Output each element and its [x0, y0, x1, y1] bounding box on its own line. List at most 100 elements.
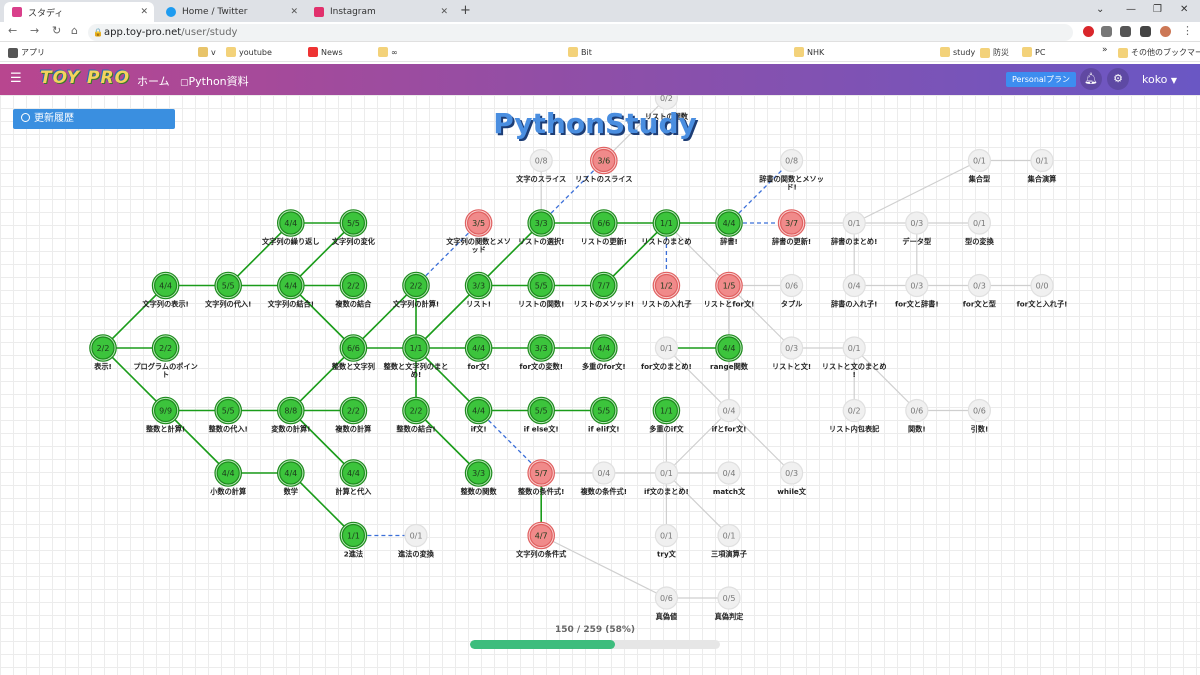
- lesson-node[interactable]: 6/6 リストの更新!: [581, 209, 627, 246]
- lesson-node[interactable]: 0/5 真偽判定: [715, 586, 745, 621]
- lesson-node[interactable]: 4/4 計算と代入: [335, 459, 372, 496]
- reload-icon[interactable]: ↻: [52, 24, 61, 37]
- bookmark-bousai[interactable]: 防災: [980, 47, 1009, 58]
- lesson-node[interactable]: 4/4 文字列の繰り返し: [261, 209, 320, 246]
- update-history-button[interactable]: 更新履歴: [13, 109, 175, 129]
- lesson-node[interactable]: 0/4 辞書の入れ子!: [831, 273, 877, 309]
- extension-icon[interactable]: [1083, 26, 1094, 37]
- lesson-node[interactable]: 2/2 複数の結合: [334, 271, 372, 309]
- lesson-node[interactable]: 4/4 文字列の結合!: [267, 271, 314, 309]
- lesson-node[interactable]: 3/3 for文の変数!: [519, 334, 563, 371]
- lesson-node[interactable]: 2/2 表示!: [89, 334, 117, 371]
- profile-avatar[interactable]: [1160, 26, 1171, 37]
- lesson-node[interactable]: 0/1 辞書のまとめ!: [831, 211, 877, 246]
- lesson-node[interactable]: 5/5 if else文!: [524, 396, 559, 434]
- lesson-node[interactable]: 4/4 辞書!: [715, 209, 743, 246]
- bookmark-other[interactable]: その他のブックマーク: [1118, 47, 1200, 58]
- lesson-node[interactable]: 3/3 整数の関数: [460, 459, 498, 496]
- lesson-node[interactable]: 0/3 for文と辞書!: [895, 273, 939, 309]
- close-icon[interactable]: ✕: [140, 7, 148, 17]
- lesson-node[interactable]: 5/5 文字列の代入!: [204, 271, 251, 309]
- lesson-node[interactable]: 2/2 整数の結合!: [395, 396, 436, 434]
- lesson-node[interactable]: 5/5 リストの関数!: [518, 271, 564, 309]
- window-close-button[interactable]: ✕: [1180, 4, 1188, 15]
- lesson-node[interactable]: 0/4 複数の条件式!: [580, 461, 627, 496]
- home-icon[interactable]: ⌂: [71, 24, 78, 37]
- sidebar-icon[interactable]: [1140, 26, 1151, 37]
- lesson-node[interactable]: 0/4 ifとfor文!: [712, 398, 747, 434]
- lesson-node[interactable]: 1/1 整数と文字列のまとめ!: [383, 334, 449, 379]
- bookmark-youtube[interactable]: youtube: [226, 47, 272, 57]
- tab-instagram[interactable]: Instagram ✕: [306, 2, 454, 22]
- puzzle-icon[interactable]: [1101, 26, 1112, 37]
- lesson-node[interactable]: 1/1 2進法: [339, 521, 368, 559]
- lesson-node[interactable]: 0/1 進法の変換: [398, 523, 435, 559]
- lesson-node[interactable]: 4/4 if文!: [464, 396, 493, 434]
- new-tab-button[interactable]: +: [460, 3, 471, 18]
- nav-python-docs[interactable]: ▢Python資料: [180, 73, 249, 89]
- lesson-node[interactable]: 0/1 if文のまとめ!: [644, 461, 689, 496]
- nav-home[interactable]: ホーム: [137, 73, 170, 89]
- lesson-node[interactable]: 1/1 多重のif文: [649, 396, 684, 434]
- bookmarks-overflow-icon[interactable]: »: [1102, 45, 1108, 55]
- restore-button[interactable]: ❐: [1153, 4, 1162, 15]
- lesson-node[interactable]: 0/1 リストと文のまとめ!: [822, 336, 887, 379]
- lesson-node[interactable]: 0/1 集合演算: [1027, 148, 1057, 184]
- lesson-node[interactable]: 4/7 文字列の条件式: [515, 521, 567, 559]
- lesson-node[interactable]: 0/3 while文: [777, 461, 807, 496]
- lesson-node[interactable]: 0/4 match文: [713, 461, 746, 496]
- bookmark-news[interactable]: News: [308, 47, 343, 57]
- lesson-node[interactable]: 9/9 整数と計算!: [145, 396, 185, 434]
- lesson-node[interactable]: 0/1 三項演算子: [711, 523, 747, 559]
- bookmark-bit[interactable]: Bit: [568, 47, 592, 57]
- lesson-node[interactable]: 4/4 for文!: [464, 334, 493, 371]
- lesson-node[interactable]: 6/6 整数と文字列: [331, 334, 375, 371]
- lesson-node[interactable]: 7/7 リストのメソッド!: [573, 271, 634, 309]
- lesson-node[interactable]: 4/4 多重のfor文!: [582, 334, 626, 371]
- gear-icon[interactable]: ⚙: [1107, 68, 1129, 90]
- lesson-node[interactable]: 0/3 データ型: [902, 211, 931, 246]
- lesson-node[interactable]: 0/1 try文: [654, 523, 679, 559]
- lesson-node[interactable]: 8/8 変数の計算!: [271, 396, 310, 434]
- lesson-node[interactable]: 0/2 リスト内包表記: [829, 398, 880, 434]
- user-menu[interactable]: koko ▼: [1142, 73, 1177, 86]
- close-icon[interactable]: ✕: [290, 7, 298, 17]
- lesson-node[interactable]: 3/7 辞書の更新!: [772, 209, 811, 246]
- lesson-node[interactable]: 0/6 タプル: [779, 273, 804, 309]
- lesson-node[interactable]: 0/3 for文と型: [963, 273, 996, 309]
- bookmark-pc[interactable]: PC: [1022, 47, 1045, 57]
- url-field[interactable]: 🔒 app.toy-pro.net/user/study: [88, 24, 1073, 41]
- lesson-node[interactable]: 0/1 for文のまとめ!: [641, 336, 692, 371]
- lesson-node[interactable]: 2/2 プログラムのポイント: [133, 334, 198, 379]
- lesson-node[interactable]: 5/5 文字列の変化: [331, 209, 376, 246]
- lesson-node[interactable]: 0/8 辞書の関数とメソッド!: [759, 148, 824, 192]
- plan-badge[interactable]: Personalプラン: [1006, 72, 1077, 87]
- lesson-node[interactable]: 3/3 リストの選択!: [518, 209, 564, 246]
- close-icon[interactable]: ✕: [440, 7, 448, 17]
- forward-icon[interactable]: →: [30, 24, 39, 37]
- lesson-node[interactable]: 1/2 リストの入れ子: [641, 271, 692, 309]
- tab-twitter[interactable]: Home / Twitter ✕: [158, 2, 304, 22]
- lesson-node[interactable]: 5/5 整数の代入!: [208, 396, 248, 434]
- bookmark-study[interactable]: study: [940, 47, 975, 57]
- lesson-node[interactable]: 2/2 複数の計算: [334, 396, 371, 434]
- back-icon[interactable]: ←: [8, 24, 17, 37]
- bookmark-v[interactable]: v: [198, 47, 216, 57]
- lesson-node[interactable]: 2/2 文字列の計算!: [392, 271, 439, 309]
- hamburger-menu-icon[interactable]: ☰: [10, 71, 22, 86]
- lesson-node[interactable]: 5/7 整数の条件式!: [517, 459, 564, 496]
- lesson-node[interactable]: 3/6 リストのスライス: [575, 146, 632, 184]
- lesson-node[interactable]: 3/5 文字列の関数とメソッド: [445, 209, 511, 254]
- lesson-node[interactable]: 0/2 リストの関数: [645, 95, 689, 121]
- lesson-node[interactable]: 1/5 リストとfor文!: [704, 271, 755, 309]
- bookmark-nhk[interactable]: NHK: [794, 47, 824, 57]
- lesson-node[interactable]: 0/6 真偽値: [654, 586, 679, 621]
- bell-icon[interactable]: 🔔︎: [1080, 68, 1102, 90]
- lesson-node[interactable]: 0/6 関数!: [905, 398, 929, 434]
- lesson-node[interactable]: 4/4 小数の計算: [209, 459, 246, 496]
- lesson-node[interactable]: 0/1 型の変換: [965, 211, 995, 246]
- lesson-node[interactable]: 3/3 リスト!: [464, 271, 493, 309]
- lesson-node[interactable]: 0/8 文字のスライス: [515, 148, 566, 184]
- lesson-node[interactable]: 5/5 if elif文!: [588, 396, 620, 434]
- lesson-node[interactable]: 0/1 集合型: [968, 148, 992, 184]
